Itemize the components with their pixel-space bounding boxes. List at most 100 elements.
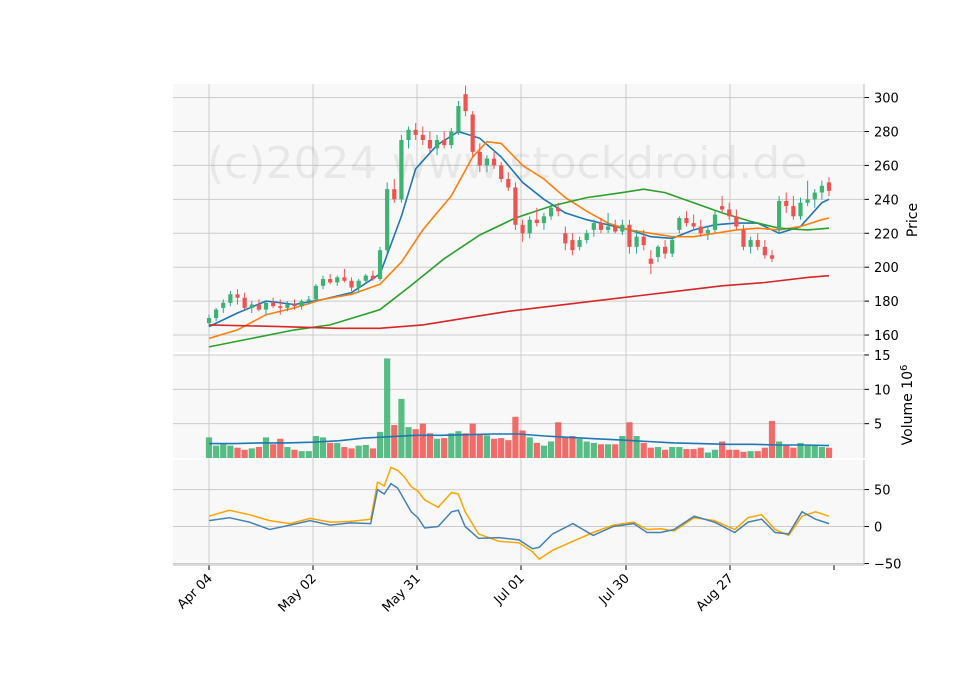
volume-bar bbox=[362, 444, 369, 458]
volume-bar bbox=[277, 438, 284, 458]
volume-bar bbox=[776, 441, 783, 458]
volume-bar bbox=[540, 445, 548, 458]
volume-bar bbox=[319, 437, 327, 458]
price-tick-label: 240 bbox=[874, 193, 899, 208]
volume-bar bbox=[270, 444, 277, 458]
volume-bar bbox=[669, 447, 676, 458]
volume-bar bbox=[462, 433, 469, 458]
volume-bar bbox=[683, 449, 690, 458]
candle-body bbox=[591, 223, 596, 230]
candle-body bbox=[299, 301, 304, 307]
candle-body bbox=[335, 277, 340, 283]
candle-body bbox=[292, 304, 297, 307]
candle-body bbox=[556, 207, 561, 212]
candle-body bbox=[677, 218, 682, 230]
candle-body bbox=[748, 240, 753, 247]
candle-body bbox=[306, 299, 311, 302]
candle-body bbox=[470, 114, 475, 152]
candle-body bbox=[762, 246, 767, 256]
volume-bar bbox=[697, 447, 704, 458]
candle-body bbox=[328, 279, 333, 283]
candle-body bbox=[541, 216, 547, 224]
candle-body bbox=[214, 309, 219, 319]
volume-bar bbox=[476, 434, 483, 458]
volume-bar bbox=[262, 437, 270, 458]
candle-body bbox=[385, 189, 390, 251]
volume-bar bbox=[526, 437, 533, 458]
volume-bar bbox=[234, 447, 241, 458]
volume-bar bbox=[284, 447, 291, 458]
volume-bar bbox=[562, 437, 569, 458]
candle-body bbox=[627, 224, 632, 247]
volume-bar bbox=[348, 448, 355, 458]
volume-bar bbox=[818, 447, 825, 458]
oscillator-tick-label: 0 bbox=[874, 521, 882, 536]
candle-body bbox=[670, 240, 675, 254]
volume-bar bbox=[305, 451, 312, 458]
candle-body bbox=[434, 139, 440, 149]
candle-body bbox=[784, 201, 789, 207]
candle-body bbox=[698, 226, 703, 234]
candle-body bbox=[456, 106, 461, 132]
x-tick-label: Apr 04 bbox=[175, 571, 216, 612]
candle-body bbox=[499, 165, 504, 179]
candle-body bbox=[242, 297, 247, 308]
volume-bar bbox=[533, 442, 540, 458]
candle-body bbox=[271, 302, 276, 307]
volume-bar bbox=[811, 445, 818, 458]
candle-body bbox=[741, 229, 746, 247]
volume-bar bbox=[341, 447, 348, 458]
candle-body bbox=[320, 279, 326, 286]
candle-body bbox=[641, 236, 646, 246]
candle-body bbox=[534, 219, 539, 224]
candle-body bbox=[655, 246, 661, 258]
volume-bar bbox=[441, 438, 448, 458]
candle-body bbox=[805, 199, 810, 203]
candle-body bbox=[720, 206, 725, 210]
candle-body bbox=[463, 94, 468, 112]
volume-bar bbox=[490, 438, 498, 458]
volume-bar bbox=[205, 437, 213, 458]
volume-bar bbox=[711, 449, 719, 458]
volume-bar bbox=[248, 448, 255, 458]
volume-bar bbox=[227, 445, 234, 458]
candle-body bbox=[777, 201, 782, 230]
volume-bar bbox=[747, 451, 754, 458]
volume-bar bbox=[312, 436, 319, 458]
candle-body bbox=[249, 304, 254, 308]
volume-bar bbox=[412, 429, 419, 458]
candle-body bbox=[798, 202, 803, 217]
candle-body bbox=[819, 185, 824, 193]
candle-body bbox=[206, 318, 212, 324]
volume-bar bbox=[825, 447, 833, 458]
candle-body bbox=[342, 277, 347, 281]
price-tick-label: 200 bbox=[874, 261, 899, 276]
candle-body bbox=[769, 255, 775, 259]
candle-body bbox=[449, 131, 454, 146]
volume-bar bbox=[590, 442, 597, 458]
candle-body bbox=[620, 224, 625, 232]
x-tick-label: May 02 bbox=[276, 571, 320, 615]
price-tick-label: 220 bbox=[874, 227, 899, 242]
volume-bar bbox=[469, 423, 476, 458]
volume-bar bbox=[334, 442, 341, 458]
price-tick-label: 160 bbox=[874, 329, 899, 344]
candle-body bbox=[256, 304, 261, 310]
volume-bar bbox=[419, 423, 426, 458]
candle-body bbox=[377, 250, 383, 280]
candle-body bbox=[506, 178, 511, 188]
volume-bar bbox=[512, 416, 519, 458]
volume-bar bbox=[369, 448, 377, 458]
oscillator-panel bbox=[173, 460, 864, 565]
candle-body bbox=[548, 207, 554, 217]
candle-body bbox=[263, 302, 269, 310]
candle-body bbox=[392, 189, 397, 200]
volume-bar bbox=[298, 451, 305, 458]
volume-bar bbox=[391, 425, 398, 458]
candle-body bbox=[605, 226, 611, 230]
volume-bar bbox=[640, 442, 647, 458]
candle-body bbox=[349, 280, 354, 288]
volume-bar bbox=[597, 444, 605, 458]
price-tick-label: 260 bbox=[874, 159, 899, 174]
volume-tick-label: 15 bbox=[874, 349, 891, 364]
